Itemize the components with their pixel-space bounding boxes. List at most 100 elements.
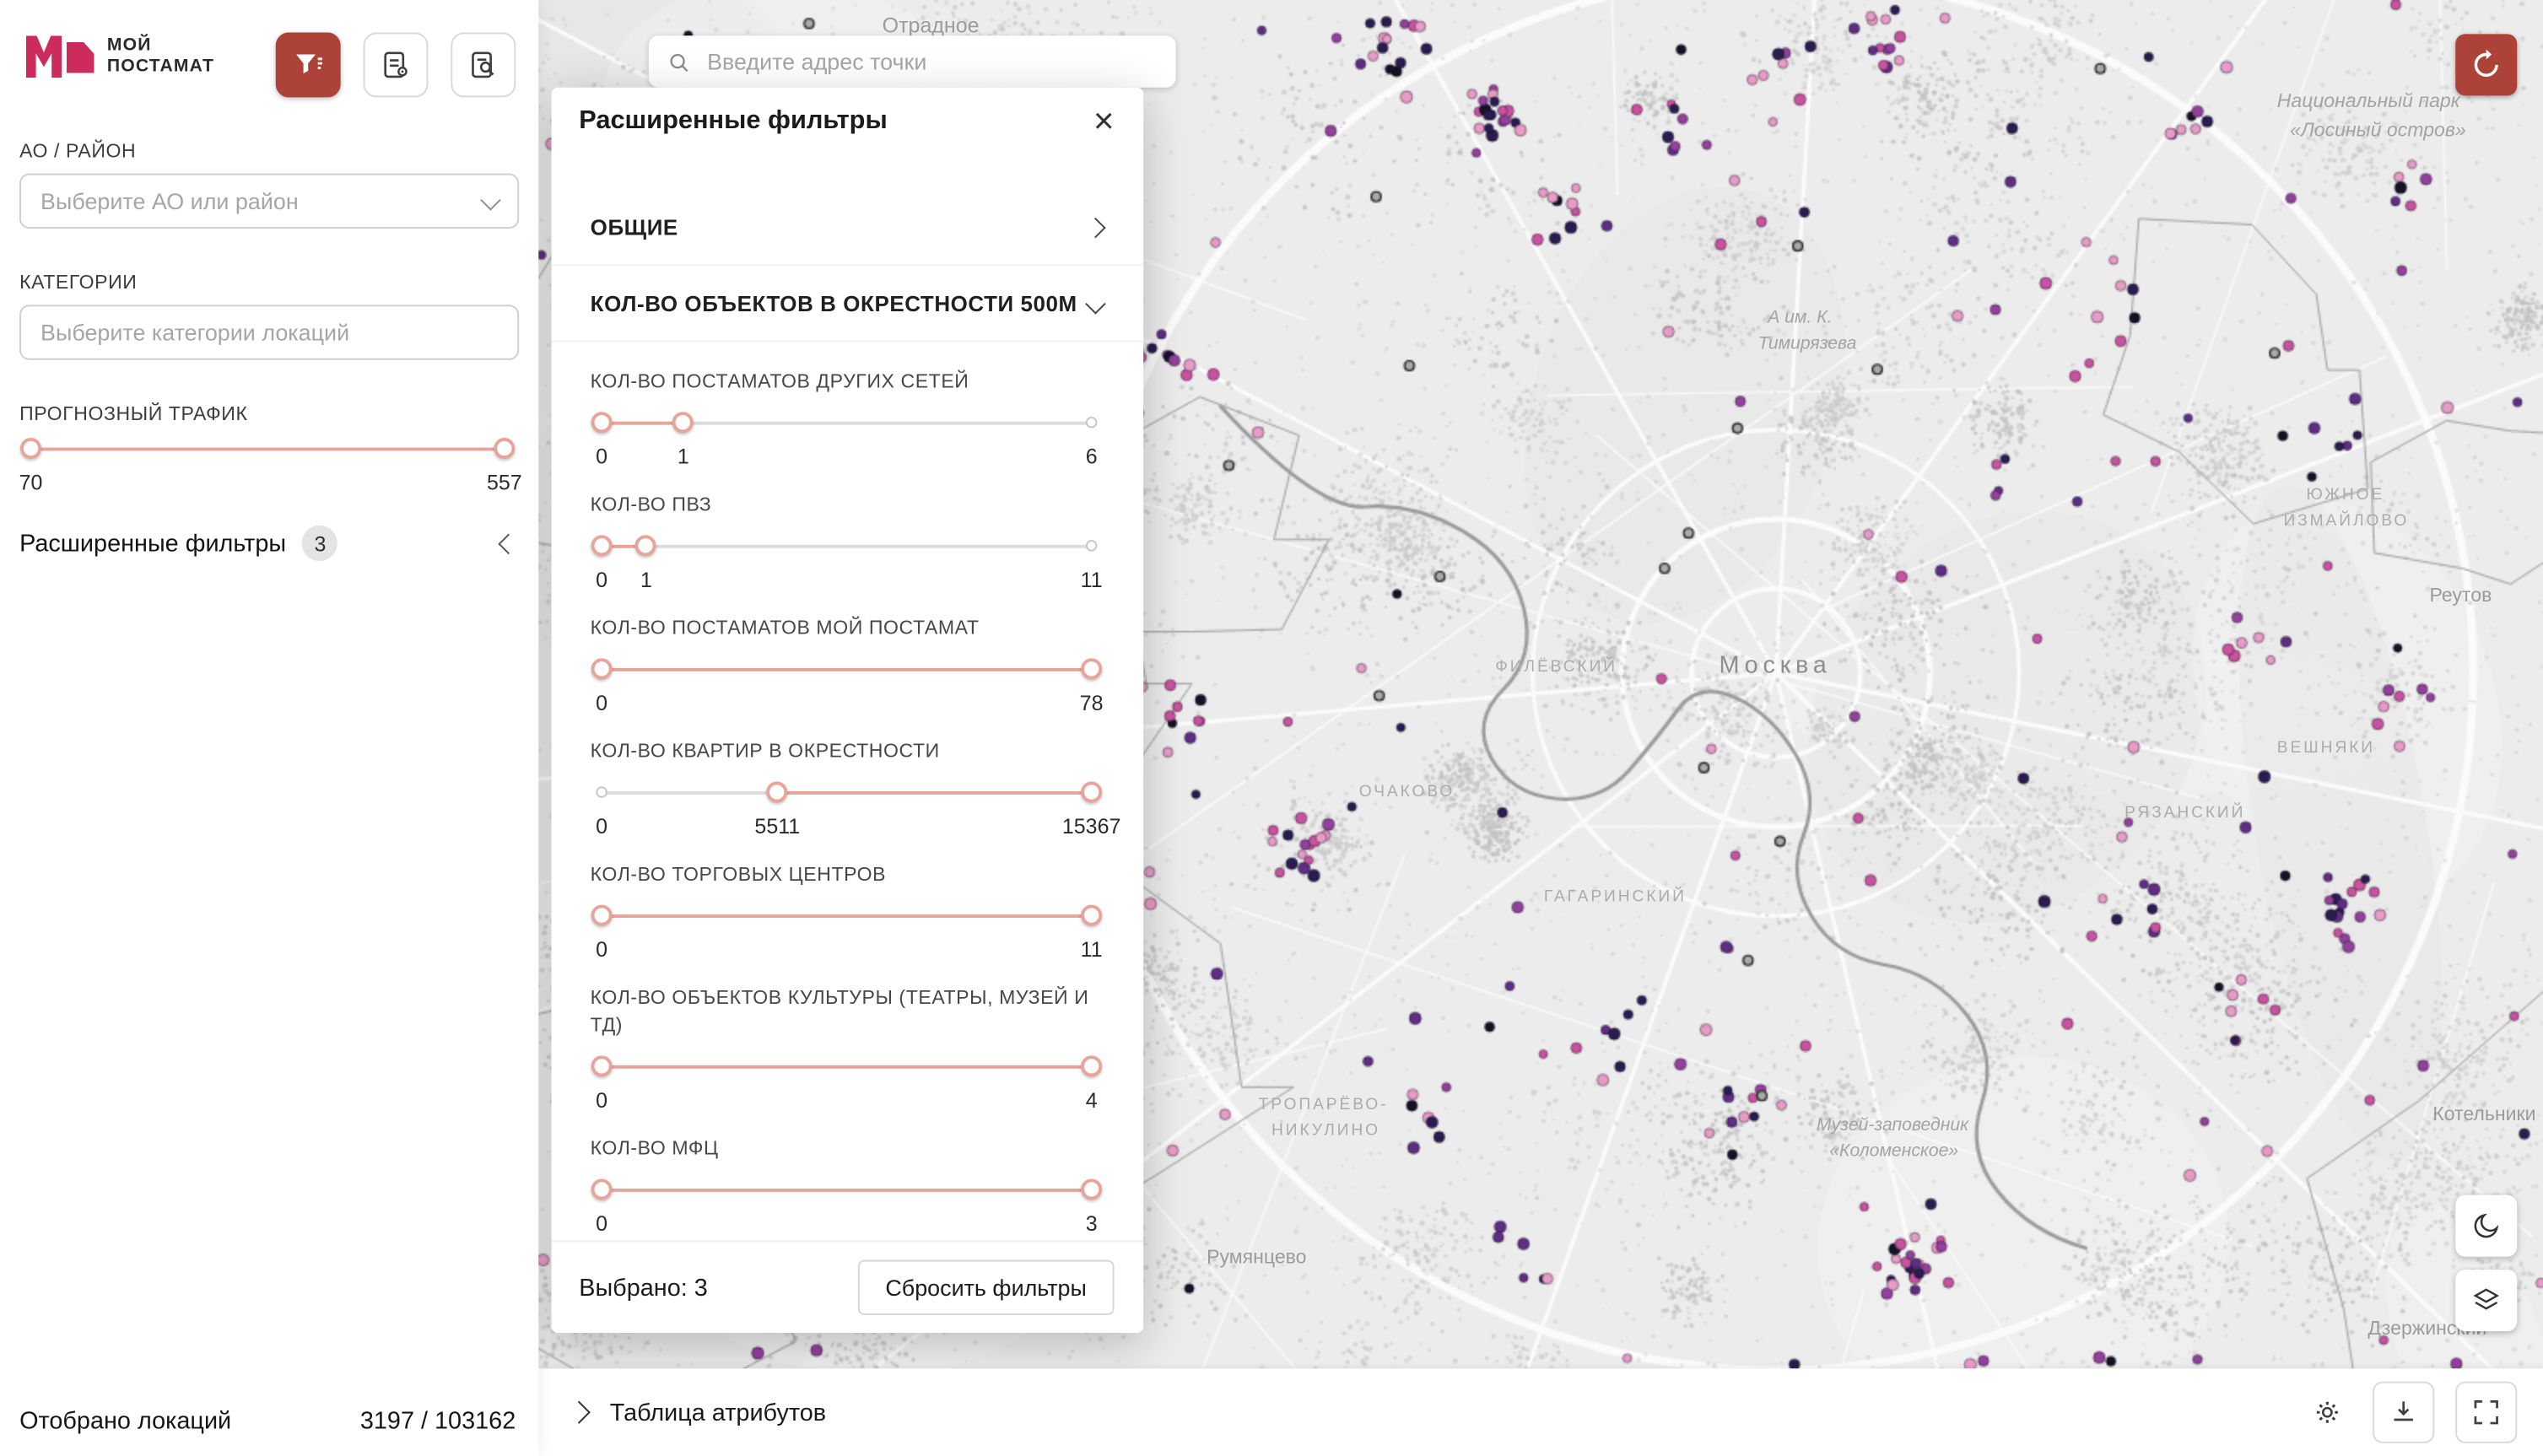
slider-handle[interactable] <box>672 412 694 433</box>
categories-select[interactable] <box>19 305 519 359</box>
slider-label: КОЛ-ВО ПОСТАМАТОВ ДРУГИХ СЕТЕЙ <box>591 368 1103 396</box>
modal-sections: ОБЩИЕ КОЛ-ВО ОБЪЕКТОВ В ОКРЕСТНОСТИ 500М <box>552 190 1144 342</box>
slider-values: 078 <box>602 691 1092 717</box>
filter-slider-group: КОЛ-ВО ПОСТАМАТОВ МОЙ ПОСТАМАТ078 <box>591 615 1103 717</box>
slider-values: 04 <box>602 1088 1092 1114</box>
modal-footer: Выбрано: 3 Сбросить фильтры <box>552 1240 1144 1333</box>
slider-handle[interactable] <box>1081 1178 1102 1200</box>
map-label: Румянцево <box>1207 1245 1306 1268</box>
slider-label: КОЛ-ВО ПВЗ <box>591 491 1103 519</box>
filters-tool-button[interactable] <box>276 32 341 97</box>
map-label: РЯЗАНСКИЙ <box>2125 804 2245 822</box>
fullscreen-button[interactable] <box>2455 1382 2517 1443</box>
categories-label: КАТЕГОРИИ <box>19 271 137 294</box>
slider-endcap <box>1086 417 1097 428</box>
slider-handle[interactable] <box>591 1178 613 1200</box>
slider-handle[interactable] <box>1081 782 1102 803</box>
dark-mode-button[interactable] <box>2455 1195 2517 1257</box>
filter-slider-group: КОЛ-ВО КВАРТИР В ОКРЕСТНОСТИ 0551115367 <box>591 738 1103 840</box>
filter-slider-group: КОЛ-ВО ТОРГОВЫХ ЦЕНТРОВ011 <box>591 861 1103 963</box>
slider-handle[interactable] <box>767 782 788 803</box>
address-search-input[interactable] <box>704 47 1159 77</box>
range-slider[interactable] <box>602 658 1092 681</box>
map-label: ИЗМАЙЛОВО <box>2283 512 2409 530</box>
slider-handle[interactable] <box>1081 905 1102 926</box>
district-select[interactable] <box>19 174 519 229</box>
expand-table-icon[interactable] <box>568 1401 591 1424</box>
slider-value: 0 <box>596 691 607 715</box>
sidebar: МОЙ ПОСТАМАТ АО / РАЙОН КАТЕГОРИИ ПРОГНО… <box>0 0 538 1456</box>
categories-select-input[interactable] <box>19 305 519 359</box>
slider-handle[interactable] <box>591 658 613 679</box>
recenter-button[interactable] <box>2455 34 2517 95</box>
slider-handle[interactable] <box>591 535 613 556</box>
advanced-filters-toggle[interactable]: Расширенные фильтры 3 <box>19 526 516 561</box>
range-slider[interactable] <box>602 535 1092 558</box>
layers-icon <box>2470 1284 2503 1316</box>
traffic-label: ПРОГНОЗНЫЙ ТРАФИК <box>19 402 247 425</box>
range-slider[interactable] <box>31 438 505 461</box>
range-slider[interactable] <box>602 412 1092 434</box>
layers-button[interactable] <box>2455 1270 2517 1331</box>
app-root: МОЙ ПОСТАМАТ АО / РАЙОН КАТЕГОРИИ ПРОГНО… <box>0 0 2543 1456</box>
filter-slider-group: КОЛ-ВО ОБЪЕКТОВ КУЛЬТУРЫ (ТЕАТРЫ, МУЗЕЙ … <box>591 984 1103 1114</box>
filters-count-badge: 3 <box>302 526 337 561</box>
brand-logo-icon <box>26 35 94 78</box>
slider-handle[interactable] <box>1081 1055 1102 1076</box>
close-button[interactable]: × <box>1087 104 1120 139</box>
slider-values: 70557 <box>31 470 505 496</box>
map-label: Тимирязева <box>1758 334 1857 353</box>
slider-handle[interactable] <box>494 438 515 459</box>
slider-handle[interactable] <box>1081 658 1102 679</box>
range-slider[interactable] <box>602 1178 1092 1201</box>
slider-label: КОЛ-ВО КВАРТИР В ОКРЕСТНОСТИ <box>591 738 1103 766</box>
map-label: ТРОПАРЁВО- <box>1259 1096 1389 1114</box>
map-label: ЮЖНОЕ <box>2306 487 2384 504</box>
section-general-label: ОБЩИЕ <box>591 215 678 240</box>
bottom-bar: Таблица атрибутов <box>538 1368 2543 1456</box>
section-objects-500m[interactable]: КОЛ-ВО ОБЪЕКТОВ В ОКРЕСТНОСТИ 500М <box>552 266 1144 342</box>
filter-slider-group: 70557 <box>19 438 516 496</box>
document-search-icon <box>466 47 501 83</box>
slider-label: КОЛ-ВО ОБЪЕКТОВ КУЛЬТУРЫ (ТЕАТРЫ, МУЗЕЙ … <box>591 984 1103 1039</box>
section-general[interactable]: ОБЩИЕ <box>552 190 1144 266</box>
reset-filters-button[interactable]: Сбросить фильтры <box>858 1260 1115 1315</box>
fullscreen-icon <box>2470 1396 2503 1428</box>
filter-slider-list: КОЛ-ВО ПОСТАМАТОВ ДРУГИХ СЕТЕЙ016КОЛ-ВО … <box>552 342 1144 1241</box>
filter-slider-group: КОЛ-ВО ПОСТАМАТОВ ДРУГИХ СЕТЕЙ016 <box>591 368 1103 470</box>
selection-summary: Отобрано локаций 3197 / 103162 <box>19 1407 516 1435</box>
address-search[interactable] <box>649 35 1176 88</box>
attribute-table-label[interactable]: Таблица атрибутов <box>610 1399 826 1426</box>
map-label: Музей-заповедник <box>1817 1115 1968 1135</box>
selected-count-label: Выбрано: 3 <box>579 1274 708 1302</box>
slider-handle[interactable] <box>591 412 613 433</box>
range-slider[interactable] <box>602 782 1092 805</box>
logo-text: МОЙ ПОСТАМАТ <box>107 35 214 78</box>
slider-values: 0551115367 <box>602 814 1092 840</box>
slider-value: 6 <box>1086 445 1098 469</box>
slider-handle[interactable] <box>591 1055 613 1076</box>
slider-value: 557 <box>487 470 522 494</box>
map-label: ГАГАРИНСКИЙ <box>1544 888 1687 906</box>
slider-value: 3 <box>1086 1211 1098 1236</box>
slider-value: 0 <box>596 1088 607 1113</box>
map-label: ФИЛЁВСКИЙ <box>1495 658 1617 676</box>
map-area[interactable]: ОтрадноеНациональный парк«Лосиный остров… <box>538 0 2543 1368</box>
slider-handle[interactable] <box>591 905 613 926</box>
report-settings-button[interactable] <box>364 32 429 97</box>
slider-handle[interactable] <box>20 438 41 459</box>
district-select-input[interactable] <box>19 174 519 229</box>
settings-button[interactable] <box>2303 1382 2352 1443</box>
download-button[interactable] <box>2373 1382 2434 1443</box>
slider-value: 78 <box>1080 691 1104 715</box>
range-slider[interactable] <box>602 1055 1092 1078</box>
attribute-search-button[interactable] <box>451 32 516 97</box>
slider-value: 0 <box>596 1211 607 1236</box>
slider-value: 1 <box>640 568 652 592</box>
slider-handle[interactable] <box>635 535 656 556</box>
slider-values: 03 <box>602 1211 1092 1238</box>
modal-title: Расширенные фильтры <box>579 107 887 137</box>
range-slider[interactable] <box>602 905 1092 928</box>
slider-endcap <box>1086 540 1097 551</box>
chevron-right-icon <box>1085 217 1105 237</box>
